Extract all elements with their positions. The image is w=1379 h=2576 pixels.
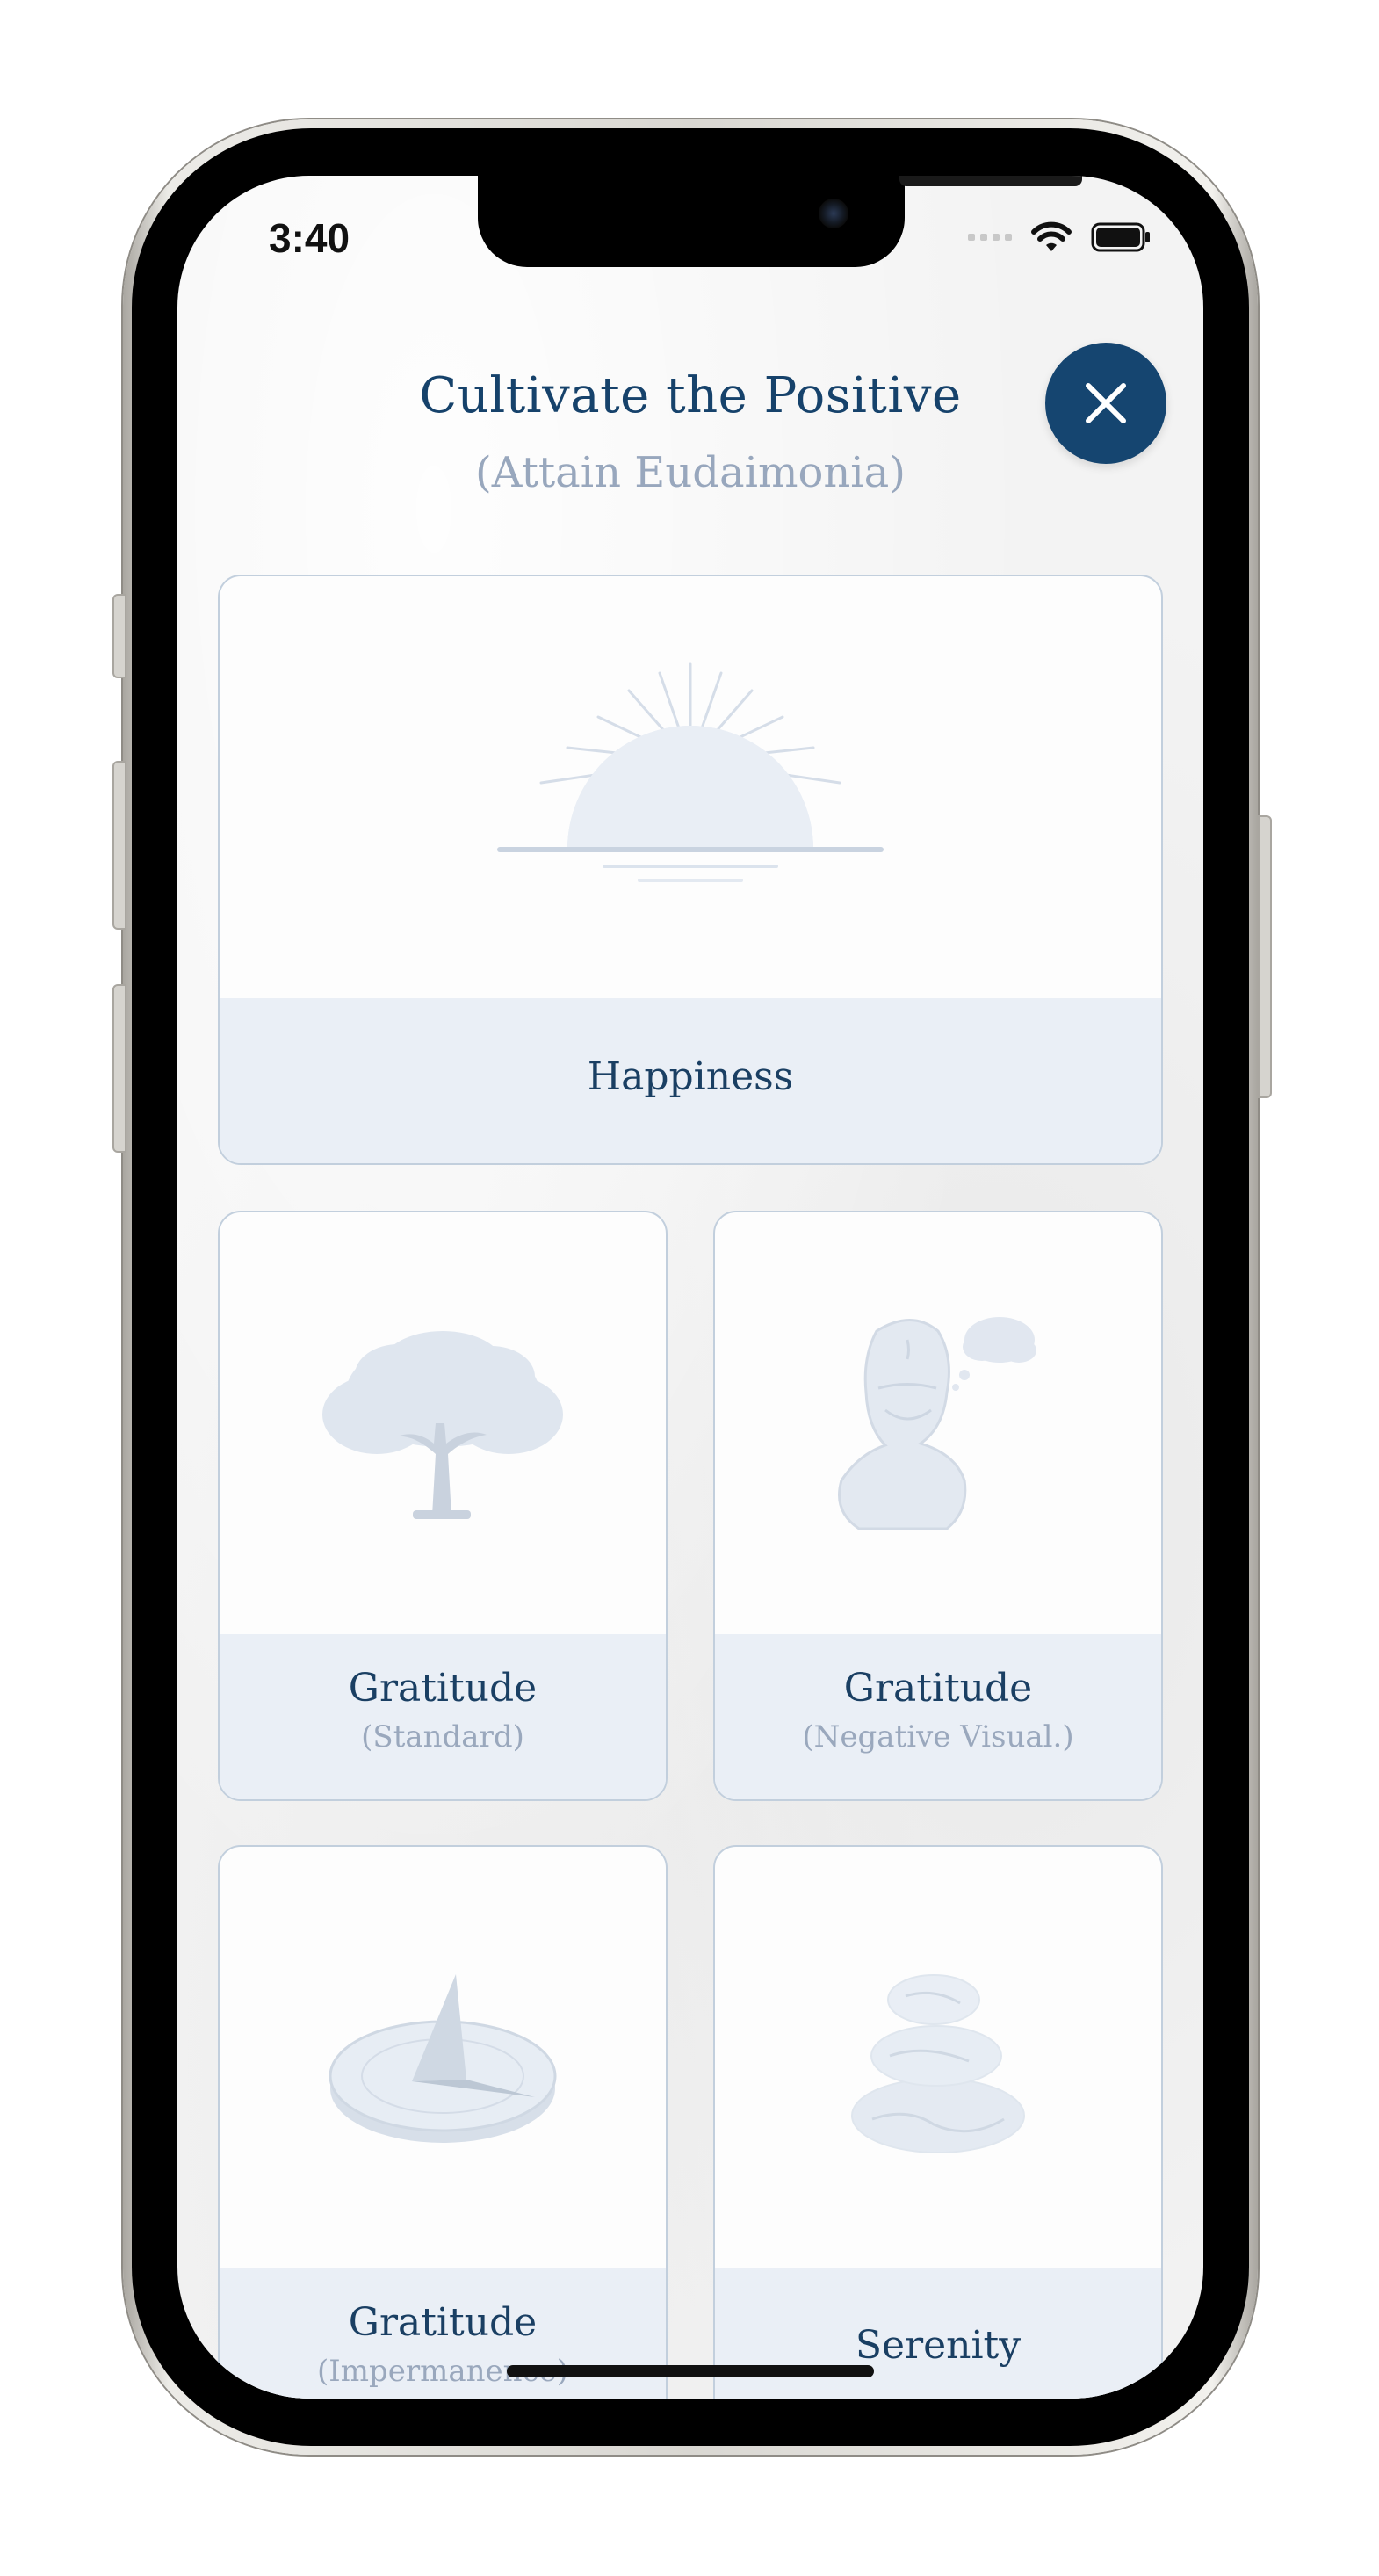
card-happiness[interactable]: Happiness: [218, 575, 1163, 1165]
volume-down-button: [112, 984, 126, 1153]
card-label: Gratitude: [348, 1666, 538, 1711]
sundial-icon: [329, 1974, 557, 2143]
silent-switch: [112, 594, 126, 678]
card-sublabel: (Standard): [361, 1719, 524, 1755]
power-button: [1258, 815, 1272, 1098]
front-camera: [819, 199, 848, 228]
speaker: [899, 176, 1082, 186]
card-label: Gratitude: [348, 2300, 538, 2345]
card-sublabel: (Negative Visual.): [802, 1719, 1074, 1755]
tree-icon: [322, 1331, 563, 1519]
notch: [478, 176, 1082, 267]
card-gratitude-impermanence[interactable]: Gratitude (Impermanence): [218, 1845, 668, 2399]
card-label: Serenity: [855, 2323, 1022, 2368]
app-screen: 3:40 Cultivate the Positive (Attain Euda…: [177, 176, 1203, 2399]
card-gratitude-standard[interactable]: Gratitude (Standard): [218, 1211, 668, 1801]
close-icon: [1086, 383, 1126, 423]
card-gratitude-negative-visualization[interactable]: Gratitude (Negative Visual.): [713, 1211, 1163, 1801]
wifi-icon: [1031, 221, 1072, 251]
card-label: Gratitude: [843, 1666, 1033, 1711]
close-button[interactable]: [1045, 343, 1166, 464]
status-icons: [968, 221, 1152, 253]
battery-icon: [1091, 222, 1150, 252]
home-indicator[interactable]: [507, 2365, 874, 2377]
card-serenity[interactable]: Serenity: [713, 1845, 1163, 2399]
status-time: 3:40: [269, 215, 350, 261]
cellular-signal-icon: [968, 234, 1012, 241]
stacked-stones-icon: [851, 1974, 1025, 2153]
volume-up-button: [112, 761, 126, 930]
card-label: Happiness: [587, 1054, 794, 1099]
philosopher-bust-icon: [838, 1317, 1036, 1530]
sunrise-icon: [497, 662, 884, 882]
page-subtitle: (Attain Eudaimonia): [475, 448, 906, 497]
